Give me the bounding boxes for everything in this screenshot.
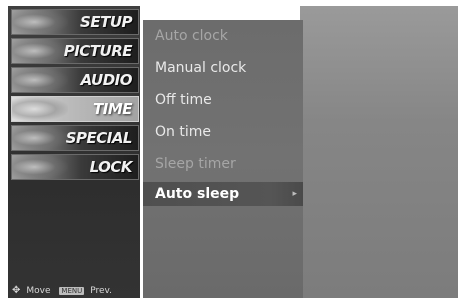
menu-item-audio[interactable]: AUDIO [11, 67, 139, 93]
tv-osd-screen: SETUP PICTURE AUDIO TIME SPECIAL LOCK ✥ M… [0, 0, 463, 303]
submenu-item-on-time[interactable]: On time [143, 120, 303, 144]
menu-item-setup[interactable]: SETUP [11, 9, 139, 35]
picture-icon [12, 39, 68, 63]
menu-item-time[interactable]: TIME [11, 96, 139, 122]
submenu-item-label: Auto sleep [155, 186, 240, 202]
submenu-item-auto-clock[interactable]: Auto clock [143, 24, 303, 48]
submenu-item-auto-sleep[interactable]: Auto sleep ▸ [143, 182, 303, 206]
time-icon [12, 97, 68, 121]
menu-item-special[interactable]: SPECIAL [11, 125, 139, 151]
menu-item-lock[interactable]: LOCK [11, 154, 139, 180]
submenu-item-off-time[interactable]: Off time [143, 88, 303, 112]
menu-item-label: TIME [93, 100, 133, 118]
menu-item-label: LOCK [89, 158, 133, 176]
lock-icon [12, 155, 68, 179]
special-icon [12, 126, 68, 150]
submenu-item-manual-clock[interactable]: Manual clock [143, 56, 303, 80]
video-background [300, 6, 458, 298]
move-hint-label: Move [26, 286, 51, 296]
menu-item-label: SETUP [80, 13, 132, 31]
setup-icon [12, 10, 68, 34]
time-submenu: Auto clock Manual clock Off time On time… [143, 20, 303, 298]
menu-item-label: AUDIO [80, 71, 133, 89]
menu-item-label: PICTURE [63, 42, 133, 60]
prev-hint-label: Prev. [90, 286, 113, 296]
main-menu-panel: SETUP PICTURE AUDIO TIME SPECIAL LOCK [8, 6, 140, 298]
menu-item-label: SPECIAL [65, 129, 133, 147]
menu-key-icon: MENU [59, 287, 85, 295]
chevron-right-icon: ▸ [292, 189, 297, 199]
move-icon: ✥ [12, 285, 21, 296]
navigation-hints: ✥ Move MENU Prev. [12, 285, 118, 296]
audio-icon [12, 68, 68, 92]
submenu-item-sleep-timer[interactable]: Sleep timer [143, 152, 303, 176]
menu-item-picture[interactable]: PICTURE [11, 38, 139, 64]
